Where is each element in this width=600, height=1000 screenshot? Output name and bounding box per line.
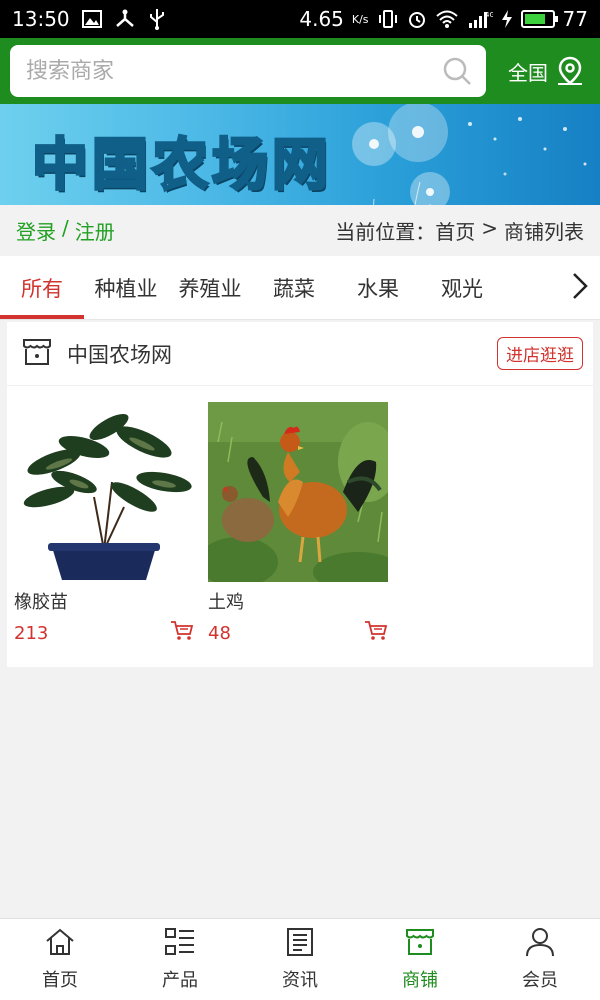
tabs-more-button[interactable] bbox=[560, 256, 600, 319]
battery-level bbox=[524, 14, 545, 24]
breadcrumb: 当前位置： 首页 > 商铺列表 bbox=[335, 216, 584, 245]
search-input[interactable] bbox=[26, 58, 442, 84]
product-image-chickens[interactable] bbox=[208, 402, 388, 582]
banner-title: 中国农场网 bbox=[31, 132, 332, 200]
nav-label: 首页 bbox=[42, 970, 78, 991]
network-speed: 4.65 bbox=[299, 7, 344, 31]
store-header[interactable]: 中国农场网 进店逛逛 bbox=[7, 322, 593, 386]
breadcrumb-home[interactable]: 首页 bbox=[435, 216, 475, 245]
vibrate-icon bbox=[377, 9, 399, 29]
cart-icon[interactable] bbox=[170, 620, 194, 646]
tab-sightseeing[interactable]: 观光 bbox=[420, 256, 504, 319]
nav-label: 资讯 bbox=[282, 970, 318, 991]
nav-label: 产品 bbox=[162, 970, 198, 991]
login-link[interactable]: 登录 bbox=[16, 216, 56, 245]
tab-label: 养殖业 bbox=[178, 276, 242, 301]
nav-stores[interactable]: 商铺 bbox=[360, 919, 480, 1000]
share-network-icon bbox=[114, 9, 136, 29]
store-card: 中国农场网 进店逛逛 橡胶苗 213 土鸡 48 bbox=[7, 322, 593, 667]
product-card[interactable]: 土鸡 48 bbox=[208, 402, 388, 646]
visit-store-button[interactable]: 进店逛逛 bbox=[497, 337, 583, 370]
bottom-nav: 首页 产品 资讯 商铺 会员 bbox=[0, 918, 600, 1000]
grid-list-icon bbox=[164, 927, 196, 962]
tab-label: 所有 bbox=[21, 276, 63, 301]
breadcrumb-separator: > bbox=[481, 215, 498, 240]
news-icon bbox=[284, 927, 316, 962]
breadcrumb-current: 商铺列表 bbox=[504, 219, 584, 244]
tab-vegetables[interactable]: 蔬菜 bbox=[252, 256, 336, 319]
region-selector[interactable]: 全国 bbox=[508, 56, 590, 86]
product-price: 48 bbox=[208, 622, 231, 644]
alarm-icon bbox=[407, 9, 427, 29]
nav-home[interactable]: 首页 bbox=[0, 919, 120, 1000]
wifi-icon bbox=[435, 9, 459, 29]
login-links: 登录 / 注册 bbox=[16, 216, 115, 245]
nav-label: 会员 bbox=[522, 970, 558, 991]
status-bar: 13:50 4.65 K/s 4G 77 bbox=[0, 0, 600, 38]
signal-icon: 4G bbox=[467, 9, 493, 29]
tab-all[interactable]: 所有 bbox=[0, 256, 84, 319]
product-price: 213 bbox=[14, 622, 49, 644]
store-icon bbox=[404, 927, 436, 962]
nav-news[interactable]: 资讯 bbox=[240, 919, 360, 1000]
register-link[interactable]: 注册 bbox=[75, 216, 115, 245]
user-icon bbox=[524, 927, 556, 962]
tab-label: 水果 bbox=[357, 276, 399, 301]
store-name[interactable]: 中国农场网 bbox=[67, 339, 172, 369]
charging-icon bbox=[501, 9, 513, 29]
product-name[interactable]: 土鸡 bbox=[208, 588, 388, 614]
location-pin-icon bbox=[556, 56, 584, 86]
banner[interactable]: 中国农场网 bbox=[0, 104, 600, 205]
tab-label: 种植业 bbox=[94, 276, 158, 301]
battery-percent: 77 bbox=[562, 7, 588, 31]
nav-label: 商铺 bbox=[402, 970, 438, 991]
tab-fruits[interactable]: 水果 bbox=[336, 256, 420, 319]
product-meta: 48 bbox=[208, 620, 388, 646]
product-list: 橡胶苗 213 土鸡 48 bbox=[7, 386, 593, 646]
gallery-icon bbox=[81, 10, 102, 28]
product-meta: 213 bbox=[14, 620, 194, 646]
tab-label: 观光 bbox=[441, 276, 483, 301]
network-speed-unit: K/s bbox=[351, 12, 369, 26]
region-label: 全国 bbox=[508, 60, 548, 85]
home-icon bbox=[44, 927, 76, 962]
store-icon bbox=[21, 336, 53, 372]
status-time: 13:50 bbox=[12, 7, 70, 31]
header: 全国 bbox=[0, 38, 600, 104]
nav-row: 登录 / 注册 当前位置： 首页 > 商铺列表 bbox=[0, 205, 600, 255]
usb-icon bbox=[148, 8, 166, 30]
category-tabs: 所有 种植业 养殖业 蔬菜 水果 观光 bbox=[0, 256, 600, 320]
product-card[interactable]: 橡胶苗 213 bbox=[14, 402, 194, 646]
login-separator: / bbox=[62, 215, 69, 240]
product-image-rubber-plant[interactable] bbox=[14, 402, 194, 582]
search-icon[interactable] bbox=[442, 56, 472, 86]
search-box[interactable] bbox=[10, 45, 486, 97]
tab-label: 蔬菜 bbox=[273, 276, 315, 301]
product-name[interactable]: 橡胶苗 bbox=[14, 588, 194, 614]
svg-text:4G: 4G bbox=[485, 11, 493, 19]
breadcrumb-prefix: 当前位置： bbox=[335, 219, 436, 244]
battery-icon bbox=[520, 10, 558, 28]
tab-breeding[interactable]: 养殖业 bbox=[168, 256, 252, 319]
nav-products[interactable]: 产品 bbox=[120, 919, 240, 1000]
cart-icon[interactable] bbox=[364, 620, 388, 646]
tab-planting[interactable]: 种植业 bbox=[84, 256, 168, 319]
chevron-right-icon bbox=[571, 271, 589, 305]
nav-member[interactable]: 会员 bbox=[480, 919, 600, 1000]
